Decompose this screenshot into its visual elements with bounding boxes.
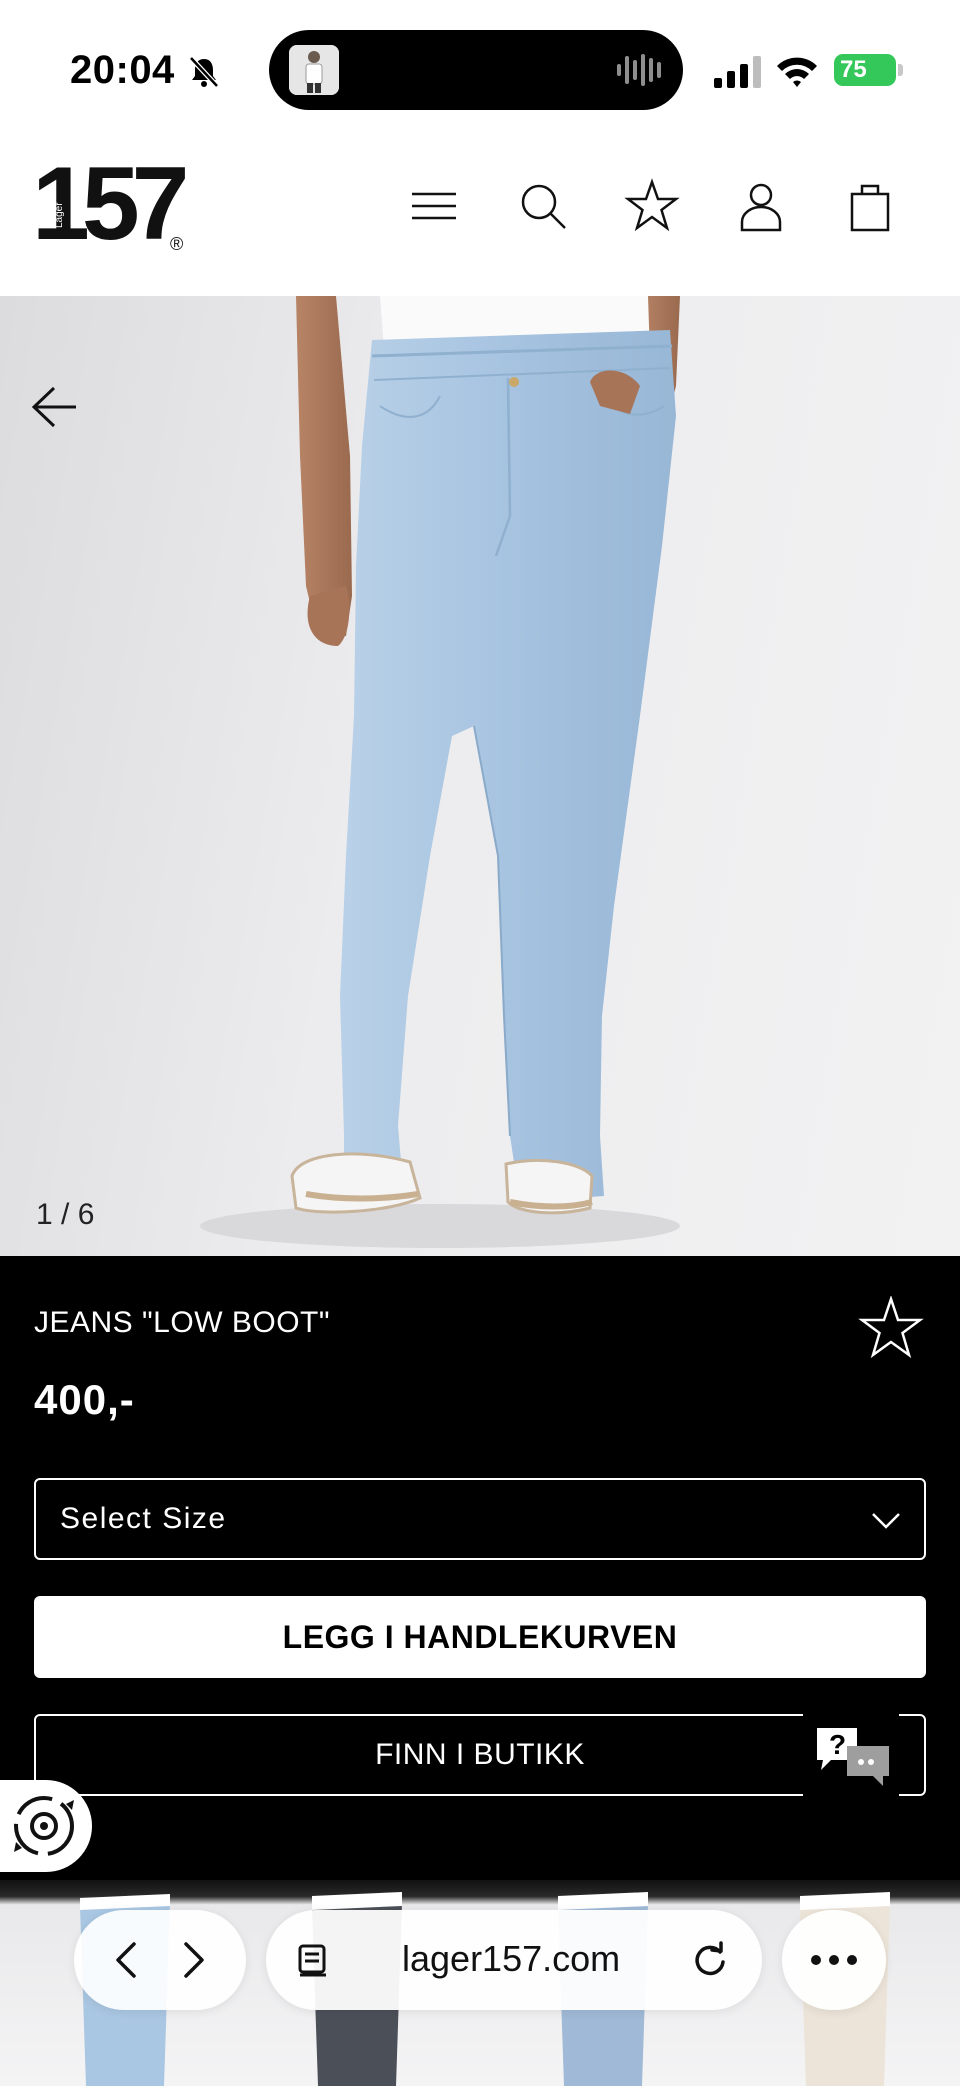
logo-registered-mark: ®	[170, 234, 184, 254]
product-info-panel: JEANS "LOW BOOT" 400,- Select Size LEGG …	[0, 1256, 960, 1896]
image-counter: 1 / 6	[36, 1198, 95, 1231]
address-bar[interactable]: lager157.com	[266, 1910, 762, 2010]
audio-waveform-icon	[617, 54, 661, 86]
svg-text:?: ?	[829, 1729, 846, 1760]
add-to-cart-button[interactable]: LEGG I HANDLEKURVEN	[34, 1596, 926, 1678]
reload-icon[interactable]	[690, 1940, 730, 1980]
size-select[interactable]: Select Size	[34, 1478, 926, 1560]
url-text: lager157.com	[402, 1938, 621, 1979]
accessibility-widget[interactable]	[0, 1780, 92, 1872]
user-icon[interactable]	[733, 178, 789, 234]
browser-back-icon[interactable]	[106, 1940, 146, 1980]
find-in-store-button[interactable]: FINN I BUTIKK	[34, 1714, 926, 1796]
chat-help-icon: ?	[817, 1728, 889, 1786]
now-playing-thumbnail	[289, 45, 339, 95]
product-photo	[200, 296, 680, 1248]
battery-level: 75	[834, 54, 896, 86]
status-time: 20:04	[70, 48, 175, 92]
menu-icon[interactable]	[406, 178, 462, 234]
status-bar: 20:04 75	[0, 0, 960, 130]
chevron-down-icon	[872, 1513, 900, 1529]
site-header: 157 Lager ®	[0, 130, 960, 296]
search-icon[interactable]	[515, 178, 571, 234]
logo-word: Lager	[54, 202, 65, 228]
bell-muted-icon	[189, 56, 219, 88]
dynamic-island[interactable]	[269, 30, 683, 110]
size-select-label: Select Size	[60, 1502, 227, 1535]
more-options-button[interactable]	[782, 1910, 886, 2010]
accessibility-icon	[14, 1796, 74, 1856]
find-in-store-label: FINN I BUTIKK	[375, 1738, 585, 1771]
chat-help-widget[interactable]: ?	[803, 1710, 899, 1800]
wifi-icon	[777, 57, 817, 87]
star-icon[interactable]	[624, 178, 680, 234]
reader-mode-icon[interactable]	[296, 1942, 332, 1978]
more-icon	[811, 1955, 857, 1965]
add-to-cart-label: LEGG I HANDLEKURVEN	[282, 1619, 678, 1655]
bag-icon[interactable]	[842, 178, 898, 234]
product-name: JEANS "LOW BOOT"	[34, 1306, 331, 1339]
back-arrow-icon[interactable]	[30, 384, 80, 430]
battery-indicator: 75	[834, 52, 904, 88]
favorite-star-icon[interactable]	[858, 1296, 924, 1360]
product-image-gallery[interactable]: 1 / 6	[0, 296, 960, 1256]
browser-forward-icon[interactable]	[174, 1940, 214, 1980]
browser-nav-buttons	[74, 1910, 246, 2010]
battery-tip	[898, 64, 903, 76]
cellular-signal-icon	[714, 56, 761, 88]
lager157-logo[interactable]: 157 Lager ®	[32, 152, 192, 260]
product-price: 400,-	[34, 1376, 135, 1423]
